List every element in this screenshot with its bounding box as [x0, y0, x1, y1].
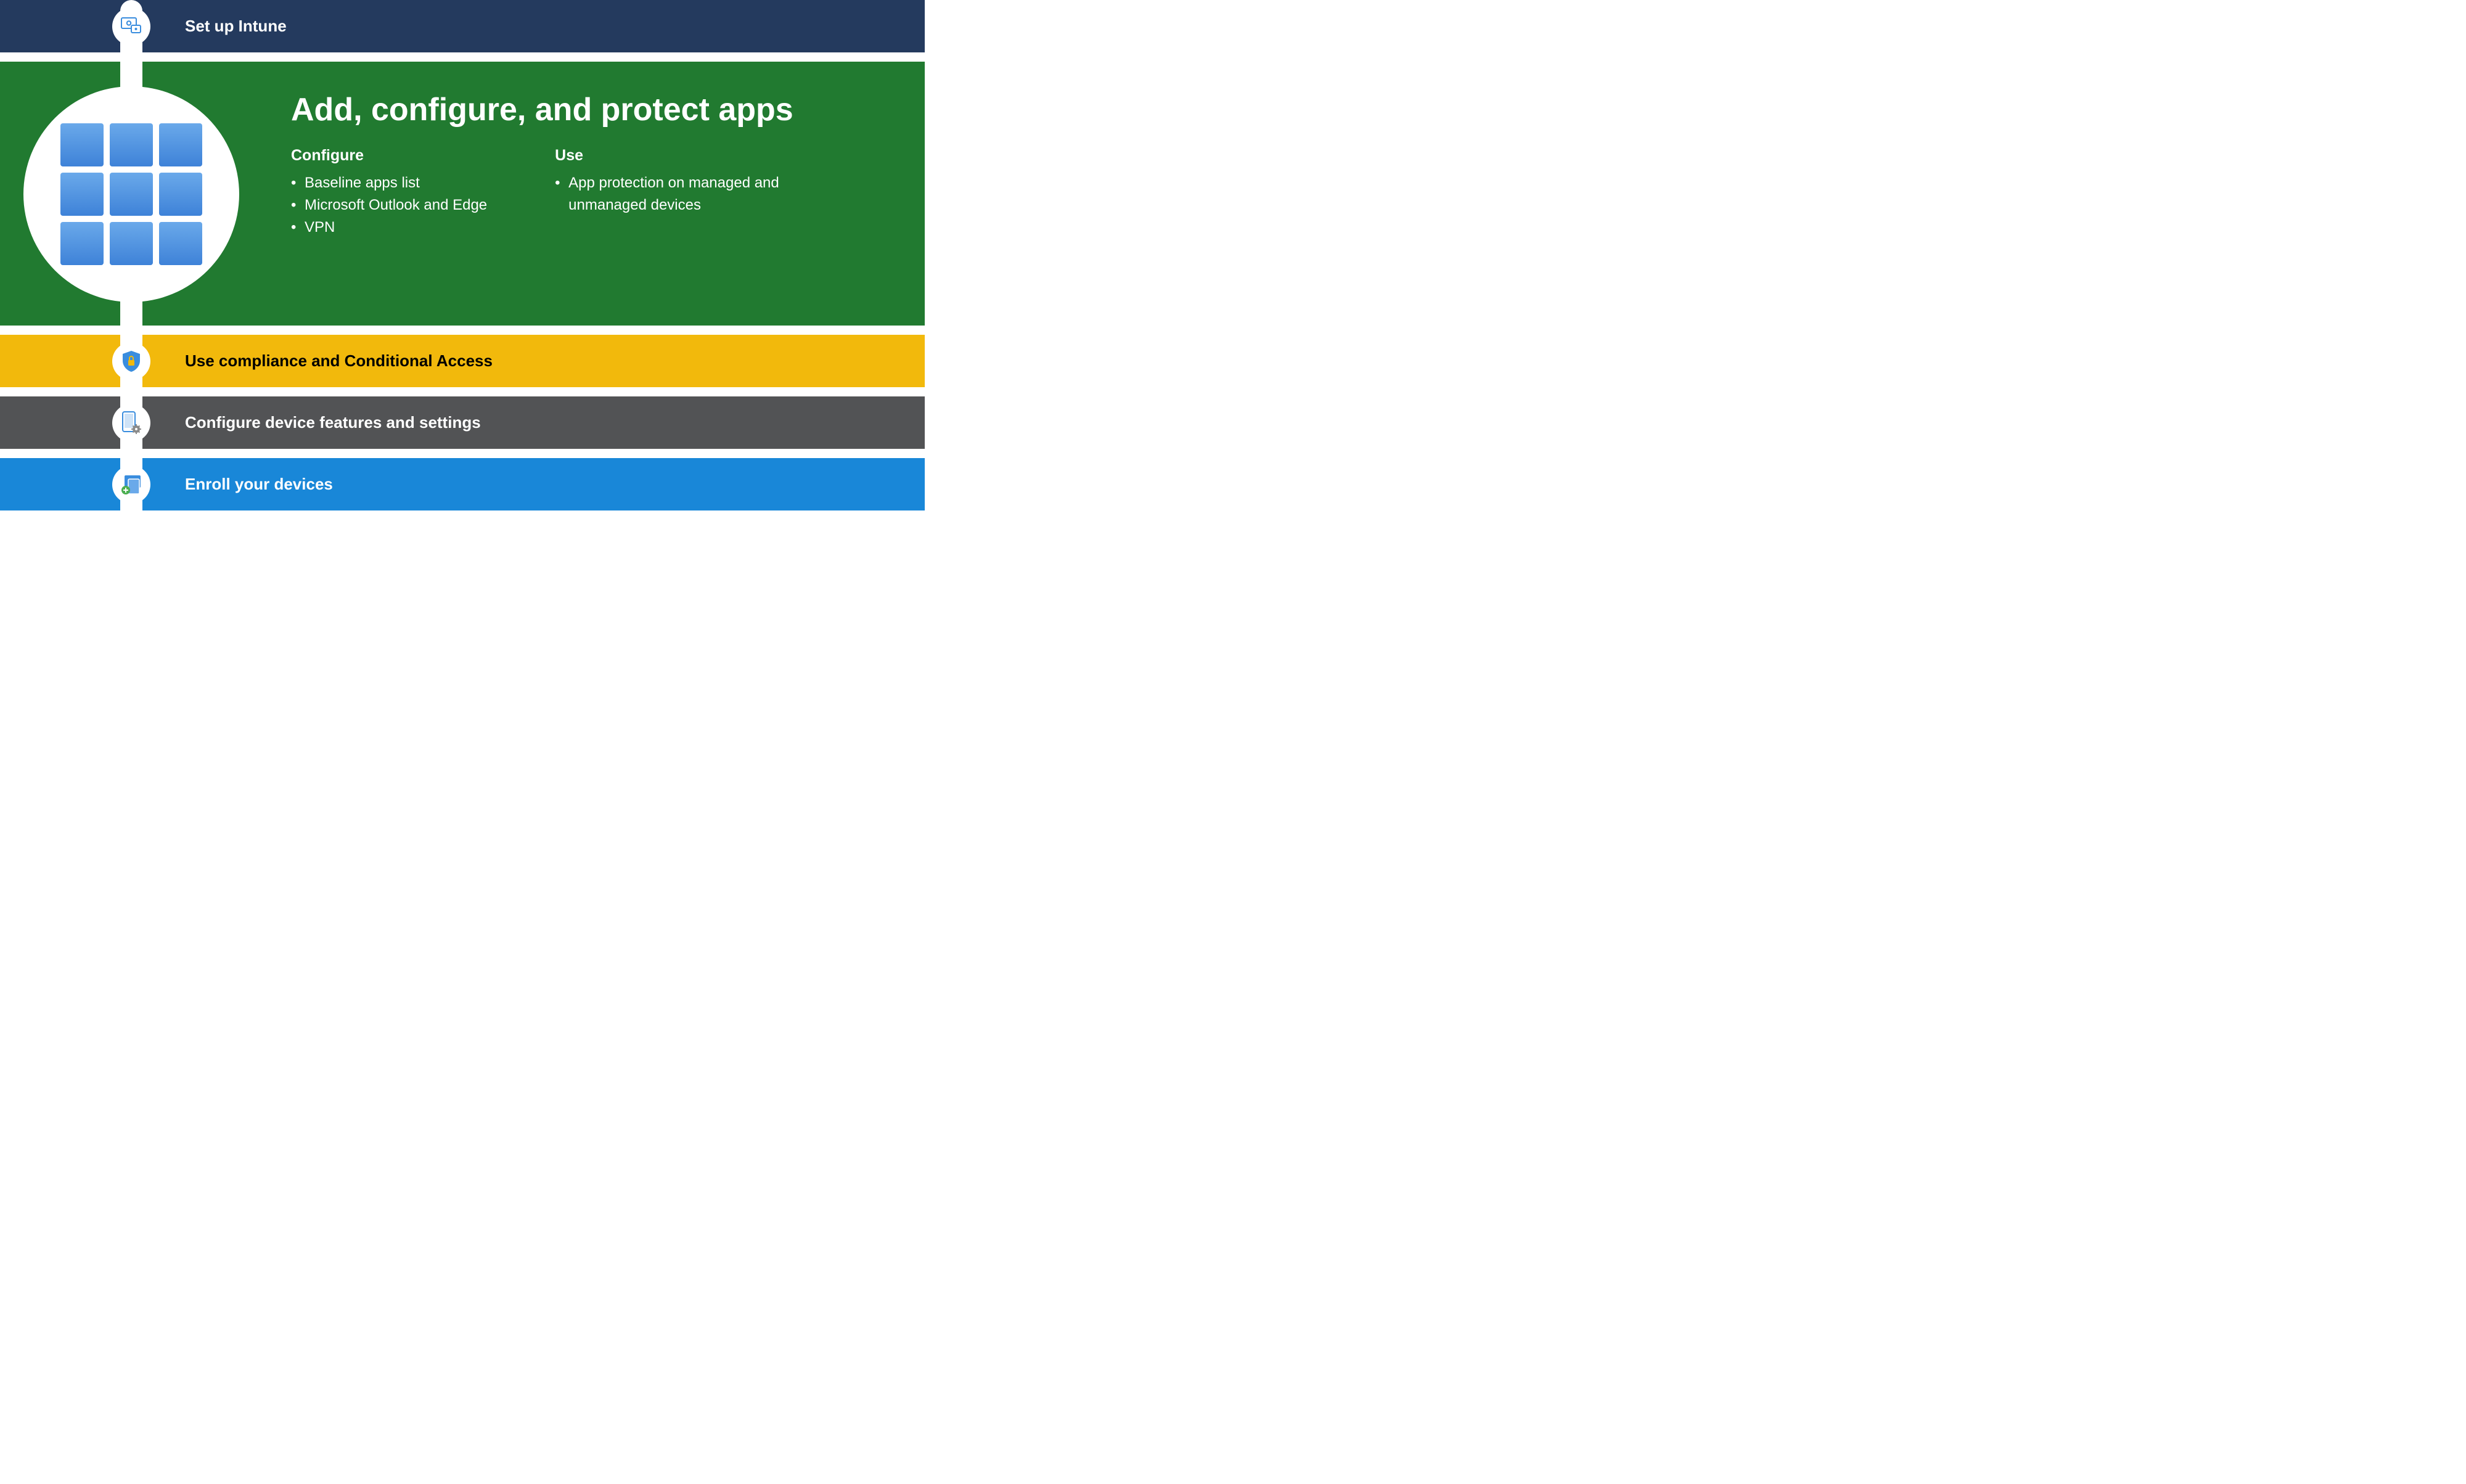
intune-steps-diagram: Set up Intune Add, configure, and protec…	[0, 0, 925, 558]
hero-col-use-list: App protection on managed and unmanaged …	[555, 172, 789, 216]
hero-col-use: Use App protection on managed and unmana…	[555, 147, 789, 239]
band-setup-label: Set up Intune	[185, 17, 287, 36]
hero-col-use-heading: Use	[555, 147, 789, 165]
node-compliance	[112, 342, 150, 380]
hero-col-configure: Configure Baseline apps list Microsoft O…	[291, 147, 487, 239]
band-compliance-label: Use compliance and Conditional Access	[185, 351, 493, 371]
hero-title: Add, configure, and protect apps	[185, 91, 925, 128]
node-setup	[112, 7, 150, 46]
list-item: VPN	[291, 216, 487, 239]
band-enroll-label: Enroll your devices	[185, 475, 333, 494]
band-configure-label: Configure device features and settings	[185, 413, 481, 432]
devices-plus-icon	[120, 474, 143, 495]
list-item: Microsoft Outlook and Edge	[291, 194, 487, 216]
hero-col-configure-heading: Configure	[291, 147, 487, 165]
list-item: App protection on managed and unmanaged …	[555, 172, 789, 216]
node-apps	[23, 86, 239, 302]
list-item: Baseline apps list	[291, 172, 487, 194]
shield-lock-icon	[121, 350, 141, 372]
node-configure	[112, 404, 150, 442]
monitor-icon	[121, 17, 142, 36]
tablet-gear-icon	[121, 411, 142, 435]
hero-col-configure-list: Baseline apps list Microsoft Outlook and…	[291, 172, 487, 239]
apps-grid-icon	[60, 123, 202, 265]
node-enroll	[112, 465, 150, 504]
